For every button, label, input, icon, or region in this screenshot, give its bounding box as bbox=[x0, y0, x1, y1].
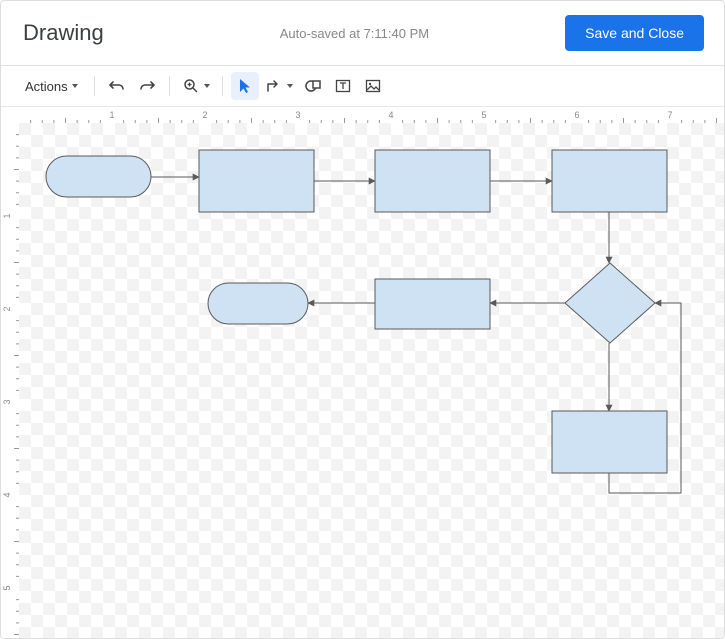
image-tool-button[interactable] bbox=[359, 72, 387, 100]
process-shape[interactable] bbox=[375, 150, 490, 212]
svg-text:3: 3 bbox=[2, 399, 12, 404]
textbox-tool-button[interactable] bbox=[329, 72, 357, 100]
svg-text:7: 7 bbox=[667, 110, 672, 120]
process-shape[interactable] bbox=[199, 150, 314, 212]
chevron-down-icon bbox=[287, 84, 293, 88]
shape-icon bbox=[304, 77, 322, 95]
line-tool-button[interactable] bbox=[261, 72, 297, 100]
drawing-dialog: Drawing Auto-saved at 7:11:40 PM Save an… bbox=[0, 0, 725, 639]
chevron-down-icon bbox=[204, 84, 210, 88]
svg-text:5: 5 bbox=[2, 585, 12, 590]
dialog-title: Drawing bbox=[23, 20, 104, 46]
undo-button[interactable] bbox=[103, 72, 131, 100]
svg-text:6: 6 bbox=[574, 110, 579, 120]
undo-icon bbox=[108, 77, 126, 95]
autosave-status: Auto-saved at 7:11:40 PM bbox=[104, 26, 565, 41]
svg-text:2: 2 bbox=[202, 110, 207, 120]
save-and-close-button[interactable]: Save and Close bbox=[565, 15, 704, 51]
vertical-ruler: 1 2 3 4 5 bbox=[1, 123, 19, 638]
select-tool-button[interactable] bbox=[231, 72, 259, 100]
process-shape[interactable] bbox=[552, 150, 667, 212]
actions-label: Actions bbox=[25, 79, 68, 94]
dialog-header: Drawing Auto-saved at 7:11:40 PM Save an… bbox=[1, 1, 724, 66]
drawing-canvas[interactable] bbox=[19, 123, 724, 638]
line-icon bbox=[265, 77, 283, 95]
zoom-button[interactable] bbox=[178, 72, 214, 100]
toolbar: Actions bbox=[1, 66, 724, 107]
svg-text:2: 2 bbox=[2, 306, 12, 311]
terminator-shape[interactable] bbox=[46, 156, 151, 197]
svg-text:4: 4 bbox=[2, 492, 12, 497]
redo-icon bbox=[138, 77, 156, 95]
canvas-area: 1 2 3 4 5 6 7 1 2 3 4 5 bbox=[1, 107, 724, 638]
shape-tool-button[interactable] bbox=[299, 72, 327, 100]
separator bbox=[94, 76, 95, 96]
svg-text:1: 1 bbox=[109, 110, 114, 120]
cursor-icon bbox=[236, 77, 254, 95]
actions-menu-button[interactable]: Actions bbox=[15, 72, 86, 100]
separator bbox=[222, 76, 223, 96]
svg-text:4: 4 bbox=[388, 110, 393, 120]
process-shape[interactable] bbox=[375, 279, 490, 329]
textbox-icon bbox=[334, 77, 352, 95]
redo-button[interactable] bbox=[133, 72, 161, 100]
svg-text:3: 3 bbox=[295, 110, 300, 120]
horizontal-ruler: 1 2 3 4 5 6 7 bbox=[19, 107, 724, 123]
svg-text:1: 1 bbox=[2, 213, 12, 218]
process-shape[interactable] bbox=[552, 411, 667, 473]
svg-text:5: 5 bbox=[481, 110, 486, 120]
image-icon bbox=[364, 77, 382, 95]
terminator-shape[interactable] bbox=[208, 283, 308, 324]
zoom-icon bbox=[182, 77, 200, 95]
separator bbox=[169, 76, 170, 96]
chevron-down-icon bbox=[72, 84, 78, 88]
